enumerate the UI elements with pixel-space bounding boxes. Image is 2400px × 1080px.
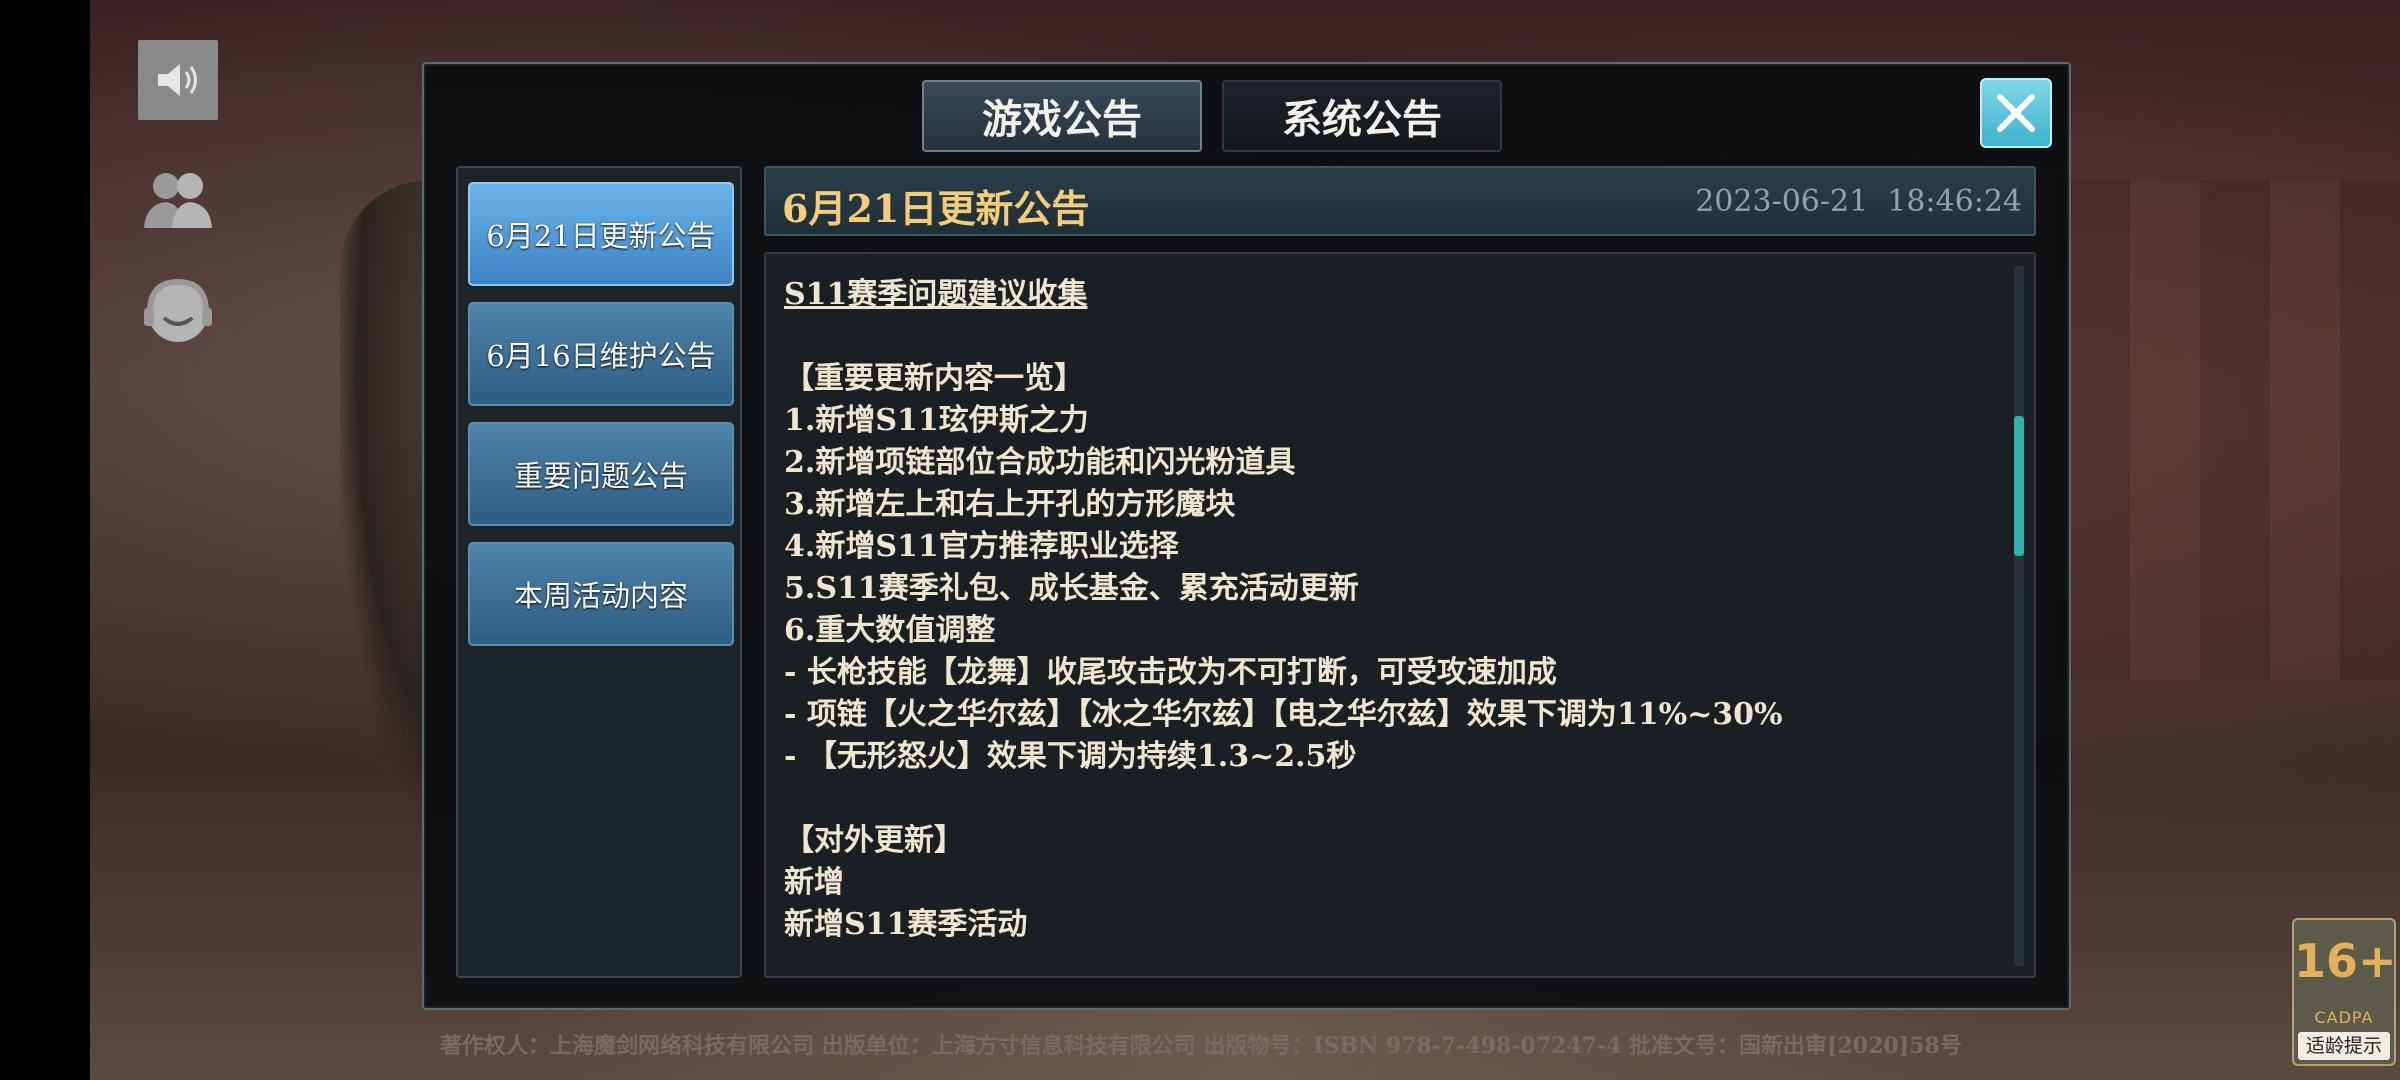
announcement-title: 6月21日更新公告	[782, 186, 1090, 231]
announcement-dialog: 游戏公告 系统公告 6月21日更新公告 6月16日维护公告 重要问题公告 本周活…	[422, 62, 2071, 1010]
feedback-link[interactable]: S11赛季问题建议收集	[784, 274, 1994, 316]
text-line: 3.新增左上和右上开孔的方形魔块	[784, 487, 1236, 522]
announcement-header: 6月21日更新公告 2023-06-21 18:46:24	[764, 166, 2036, 236]
text-line: - 项链【火之华尔兹】【冰之华尔兹】【电之华尔兹】效果下调为11%~30%	[784, 697, 1783, 732]
copyright-text: 著作权人：上海魔剑网络科技有限公司 出版单位：上海方寸信息科技有限公司 出版物号…	[440, 1033, 1962, 1059]
sound-icon[interactable]	[138, 40, 218, 120]
announcement-body[interactable]: S11赛季问题建议收集 【重要更新内容一览】 1.新增S11玹伊斯之力 2.新增…	[764, 252, 2036, 978]
age-rating-number: 16+	[2294, 934, 2397, 988]
age-rating-org: CADPA	[2314, 1008, 2374, 1027]
scrollbar-thumb[interactable]	[2014, 416, 2024, 556]
text-line: - 长枪技能【龙舞】收尾攻击改为不可打断，可受攻速加成	[784, 655, 1557, 690]
announcement-list: 6月21日更新公告 6月16日维护公告 重要问题公告 本周活动内容	[456, 166, 742, 978]
text-line: 【对外更新】	[784, 823, 964, 858]
close-icon	[1997, 94, 2035, 132]
text-line: 新增	[784, 865, 844, 900]
nav-item-weekly-events[interactable]: 本周活动内容	[468, 542, 734, 646]
announcement-text: S11赛季问题建议收集 【重要更新内容一览】 1.新增S11玹伊斯之力 2.新增…	[784, 254, 1994, 946]
text-line: 1.新增S11玹伊斯之力	[784, 403, 1089, 438]
nav-item-0616-maintenance[interactable]: 6月16日维护公告	[468, 302, 734, 406]
tab-bar: 游戏公告 系统公告	[922, 80, 1502, 152]
age-rating-tip: 适龄提示	[2298, 1032, 2390, 1060]
nav-item-important-issues[interactable]: 重要问题公告	[468, 422, 734, 526]
text-line: - 【无形怒火】效果下调为持续1.3~2.5秒	[784, 739, 1357, 774]
text-line	[784, 778, 1994, 820]
text-line: 5.S11赛季礼包、成长基金、累充活动更新	[784, 571, 1359, 606]
text-line: 4.新增S11官方推荐职业选择	[784, 529, 1179, 564]
announcement-datetime: 2023-06-21 18:46:24	[1695, 184, 2022, 219]
nav-item-0621-update[interactable]: 6月21日更新公告	[468, 182, 734, 286]
text-line: 6.重大数值调整	[784, 613, 996, 648]
text-line-cutoff	[784, 254, 1994, 274]
age-rating-badge[interactable]: 16+ CADPA 适龄提示	[2292, 918, 2397, 1066]
text-line: 2.新增项链部位合成功能和闪光粉道具	[784, 445, 1296, 480]
support-icon[interactable]	[138, 272, 218, 352]
text-line	[784, 316, 1994, 358]
close-button[interactable]	[1980, 78, 2052, 148]
tab-game-announcement[interactable]: 游戏公告	[922, 80, 1202, 152]
text-line: 新增S11赛季活动	[784, 907, 1028, 942]
text-line: 【重要更新内容一览】	[784, 361, 1084, 396]
scrollbar[interactable]	[2014, 266, 2024, 966]
tab-system-announcement[interactable]: 系统公告	[1222, 80, 1502, 152]
people-icon[interactable]	[138, 160, 218, 240]
